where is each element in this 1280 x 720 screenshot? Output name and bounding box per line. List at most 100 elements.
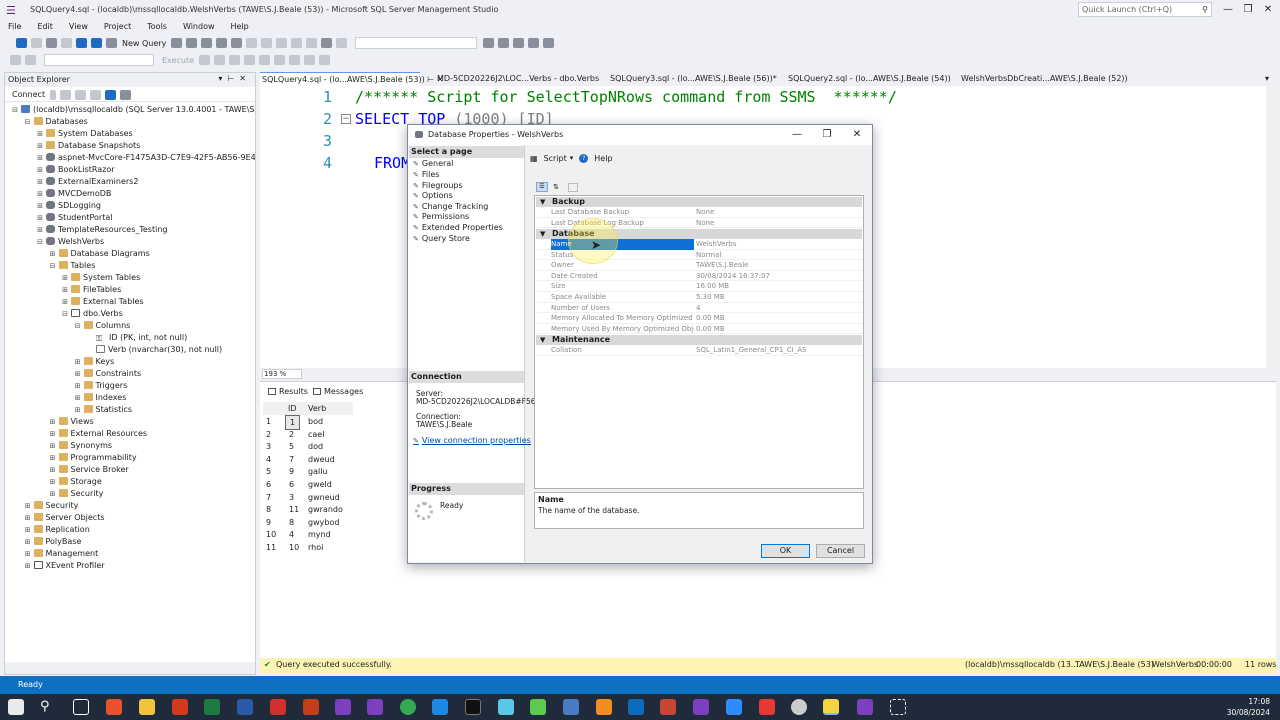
table-row[interactable]: 11 10 rhoi — [263, 541, 353, 554]
expand-icon[interactable]: ⊞ — [24, 512, 32, 524]
property-row[interactable]: Memory Used By Memory Optimized Objects 0… — [536, 324, 862, 335]
tree-node[interactable]: ⊞ Security — [24, 500, 78, 512]
word-icon[interactable] — [237, 699, 253, 715]
grid-cell[interactable]: 8 — [289, 516, 294, 529]
forward-icon[interactable] — [31, 38, 42, 48]
chrome-icon[interactable] — [400, 699, 416, 715]
tree-node[interactable]: ⊞ aspnet-MvcCore-F1475A3D-C7E9-42F5-AB56-… — [36, 152, 255, 164]
expand-icon[interactable]: ⊞ — [49, 428, 57, 440]
undo-icon[interactable] — [291, 38, 303, 48]
settings-icon[interactable] — [791, 699, 807, 715]
tree-node[interactable]: ⊞ External Resources — [49, 428, 147, 440]
app-2-icon[interactable] — [498, 699, 514, 715]
property-row[interactable]: Last Database Backup None — [536, 207, 862, 218]
grid-cell[interactable]: 10 — [289, 541, 299, 554]
comment-icon[interactable] — [289, 55, 300, 65]
dialog-close-icon[interactable]: ✕ — [848, 128, 866, 142]
template-explorer-icon[interactable] — [543, 38, 555, 48]
zoom-level-dropdown[interactable]: 193 % — [262, 369, 302, 379]
tree-node[interactable]: ⊞ Indexes — [74, 392, 126, 404]
collapse-icon[interactable]: ⊟ — [11, 104, 19, 116]
tab-overflow-icon[interactable]: ▾ — [1263, 72, 1269, 86]
visual-studio-4-icon[interactable] — [857, 699, 873, 715]
menu-tools[interactable]: Tools — [147, 20, 167, 34]
xmla-query-icon[interactable] — [231, 38, 243, 48]
activity-monitor-icon[interactable] — [321, 38, 333, 48]
tree-node[interactable]: ⊞ Management — [24, 548, 98, 560]
dialog-minimize-icon[interactable]: — — [788, 128, 806, 142]
grid-cell[interactable]: 5 — [289, 440, 294, 453]
mdx-query-icon[interactable] — [201, 38, 213, 48]
tree-node[interactable]: ⊞ Server Objects — [24, 512, 105, 524]
change-connection-icon[interactable] — [25, 55, 36, 65]
page-options[interactable]: Options — [413, 190, 453, 201]
tree-node[interactable]: ⊟ Databases — [24, 116, 88, 128]
tree-node[interactable]: ⊞ Service Broker — [49, 464, 129, 476]
app-6-icon[interactable] — [759, 699, 775, 715]
page-files[interactable]: Files — [413, 169, 440, 180]
tree-node[interactable]: ⊞ TemplateResources_Testing — [36, 224, 167, 236]
wrench-icon[interactable] — [483, 38, 495, 48]
tree-node[interactable]: ⊞ Database Diagrams — [49, 248, 150, 260]
expand-icon[interactable]: ⊞ — [61, 272, 69, 284]
execute-button[interactable]: Execute — [162, 56, 194, 65]
grid-cell[interactable]: bod — [308, 415, 323, 428]
analysis-query-icon[interactable] — [186, 38, 198, 48]
tree-node[interactable]: ⊞ MVCDemoDB — [36, 188, 111, 200]
expand-icon[interactable]: ⊞ — [24, 560, 32, 572]
tab-messages[interactable]: Messages — [313, 385, 363, 399]
tree-node[interactable]: ⊟ (localdb)\mssqllocaldb (SQL Server 13.0… — [11, 104, 255, 116]
menu-project[interactable]: Project — [104, 20, 131, 34]
paste-icon[interactable] — [276, 38, 288, 48]
zoom-icon[interactable] — [726, 699, 742, 715]
tree-node[interactable]: ⊞ System Tables — [61, 272, 140, 284]
menu-edit[interactable]: Edit — [37, 20, 53, 34]
app-3-icon[interactable] — [530, 699, 546, 715]
db-engine-query-icon[interactable] — [171, 38, 183, 48]
tree-node[interactable]: ⚿ ID (PK, int, not null) — [86, 332, 187, 344]
table-row[interactable]: 4 7 dweud — [263, 453, 353, 466]
grid-cell[interactable]: gweld — [308, 478, 332, 491]
dialog-maximize-icon[interactable]: ❐ — [818, 128, 836, 142]
property-pages-icon[interactable] — [568, 182, 578, 192]
powerpoint-icon[interactable] — [303, 699, 319, 715]
tree-node[interactable]: ⊞ Statistics — [74, 404, 132, 416]
expand-icon[interactable]: ⊞ — [36, 152, 44, 164]
stop-icon[interactable] — [75, 89, 87, 100]
connect-button[interactable]: Connect — [12, 90, 45, 99]
tree-node[interactable]: ⊞ BookListRazor — [36, 164, 115, 176]
query-options-icon[interactable] — [244, 55, 255, 65]
expand-icon[interactable]: ⊞ — [49, 488, 57, 500]
grid-cell[interactable]: gwybod — [308, 516, 339, 529]
table-row[interactable]: 8 11 gwrando — [263, 503, 353, 516]
properties-icon[interactable] — [498, 38, 510, 48]
copy-icon[interactable] — [261, 38, 273, 48]
tree-node[interactable]: ⊞ PolyBase — [24, 536, 81, 548]
display-plan-icon[interactable] — [229, 55, 240, 65]
expand-icon[interactable]: ⊞ — [74, 404, 82, 416]
alphabetical-icon[interactable]: ⇅ — [550, 182, 562, 192]
taskbar-clock[interactable]: 17:08 30/08/2024 — [1210, 696, 1270, 718]
results-to-text-icon[interactable] — [259, 55, 270, 65]
collapse-icon[interactable]: ▼ — [540, 197, 545, 207]
cut-icon[interactable] — [246, 38, 258, 48]
horizontal-scrollbar[interactable] — [5, 662, 255, 674]
grid-cell[interactable]: 4 — [289, 528, 294, 541]
tree-node[interactable]: ⊞ Views — [49, 416, 94, 428]
file-explorer-icon[interactable] — [139, 699, 155, 715]
tree-node[interactable]: ⊞ Storage — [49, 476, 102, 488]
expand-icon[interactable]: ⊞ — [36, 212, 44, 224]
expand-icon[interactable]: ⊞ — [24, 500, 32, 512]
tree-node[interactable]: ⊞ FileTables — [61, 284, 121, 296]
property-row[interactable]: Memory Allocated To Memory Optimized Obj… — [536, 313, 862, 324]
minimize-icon[interactable]: — — [1218, 2, 1238, 17]
table-row[interactable]: 1 1 bod — [263, 415, 353, 430]
grid-cell[interactable]: rhoi — [308, 541, 323, 554]
quick-launch-input[interactable]: Quick Launch (Ctrl+Q) ⚲ — [1078, 2, 1212, 17]
vscode-icon[interactable] — [432, 699, 448, 715]
solution-config-dropdown[interactable] — [355, 37, 478, 49]
expand-icon[interactable]: ⊞ — [49, 416, 57, 428]
menu-view[interactable]: View — [69, 20, 88, 34]
grid-column-header[interactable]: Verb — [308, 402, 326, 415]
acrobat-icon[interactable] — [270, 699, 286, 715]
